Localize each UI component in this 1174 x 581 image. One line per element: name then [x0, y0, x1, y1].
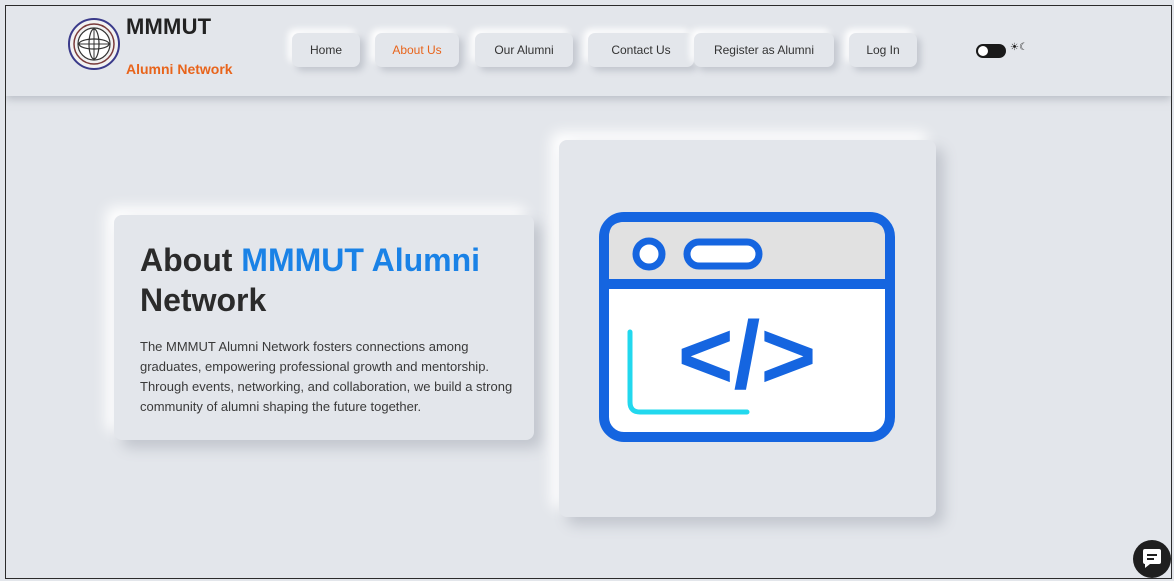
chat-icon [1143, 549, 1161, 568]
university-logo[interactable] [68, 18, 120, 70]
nav-our-alumni[interactable]: Our Alumni [475, 33, 573, 67]
illustration-card: </> [559, 140, 936, 517]
about-card: About MMMUT Alumni Network The MMMUT Alum… [114, 215, 534, 440]
about-heading-prefix: About [140, 242, 233, 278]
chat-button[interactable] [1133, 540, 1171, 578]
sun-moon-icon: ☀☾ [1010, 42, 1028, 53]
nav-contact-us[interactable]: Contact Us [588, 33, 694, 67]
nav-about-us[interactable]: About Us [375, 33, 459, 67]
brand-title: MMMUT [126, 14, 212, 39]
about-heading-suffix: Network [140, 282, 267, 318]
nav-home[interactable]: Home [292, 33, 360, 67]
theme-toggle[interactable] [976, 44, 1006, 58]
nav-log-in[interactable]: Log In [849, 33, 917, 67]
nav-register-as-alumni[interactable]: Register as Alumni [694, 33, 834, 67]
about-description: The MMMUT Alumni Network fosters connect… [140, 339, 513, 414]
toggle-knob [978, 46, 988, 56]
about-heading: About MMMUT Alumni Network [140, 240, 530, 320]
code-symbol-text: </> [678, 302, 817, 409]
top-navbar: MMMUT Alumni Network Home About Us Our A… [6, 6, 1171, 96]
page-frame: MMMUT Alumni Network Home About Us Our A… [5, 5, 1172, 579]
code-window-icon: </> [599, 212, 895, 442]
brand-subtitle: Alumni Network [126, 61, 233, 77]
about-heading-highlight: MMMUT Alumni [241, 242, 481, 278]
